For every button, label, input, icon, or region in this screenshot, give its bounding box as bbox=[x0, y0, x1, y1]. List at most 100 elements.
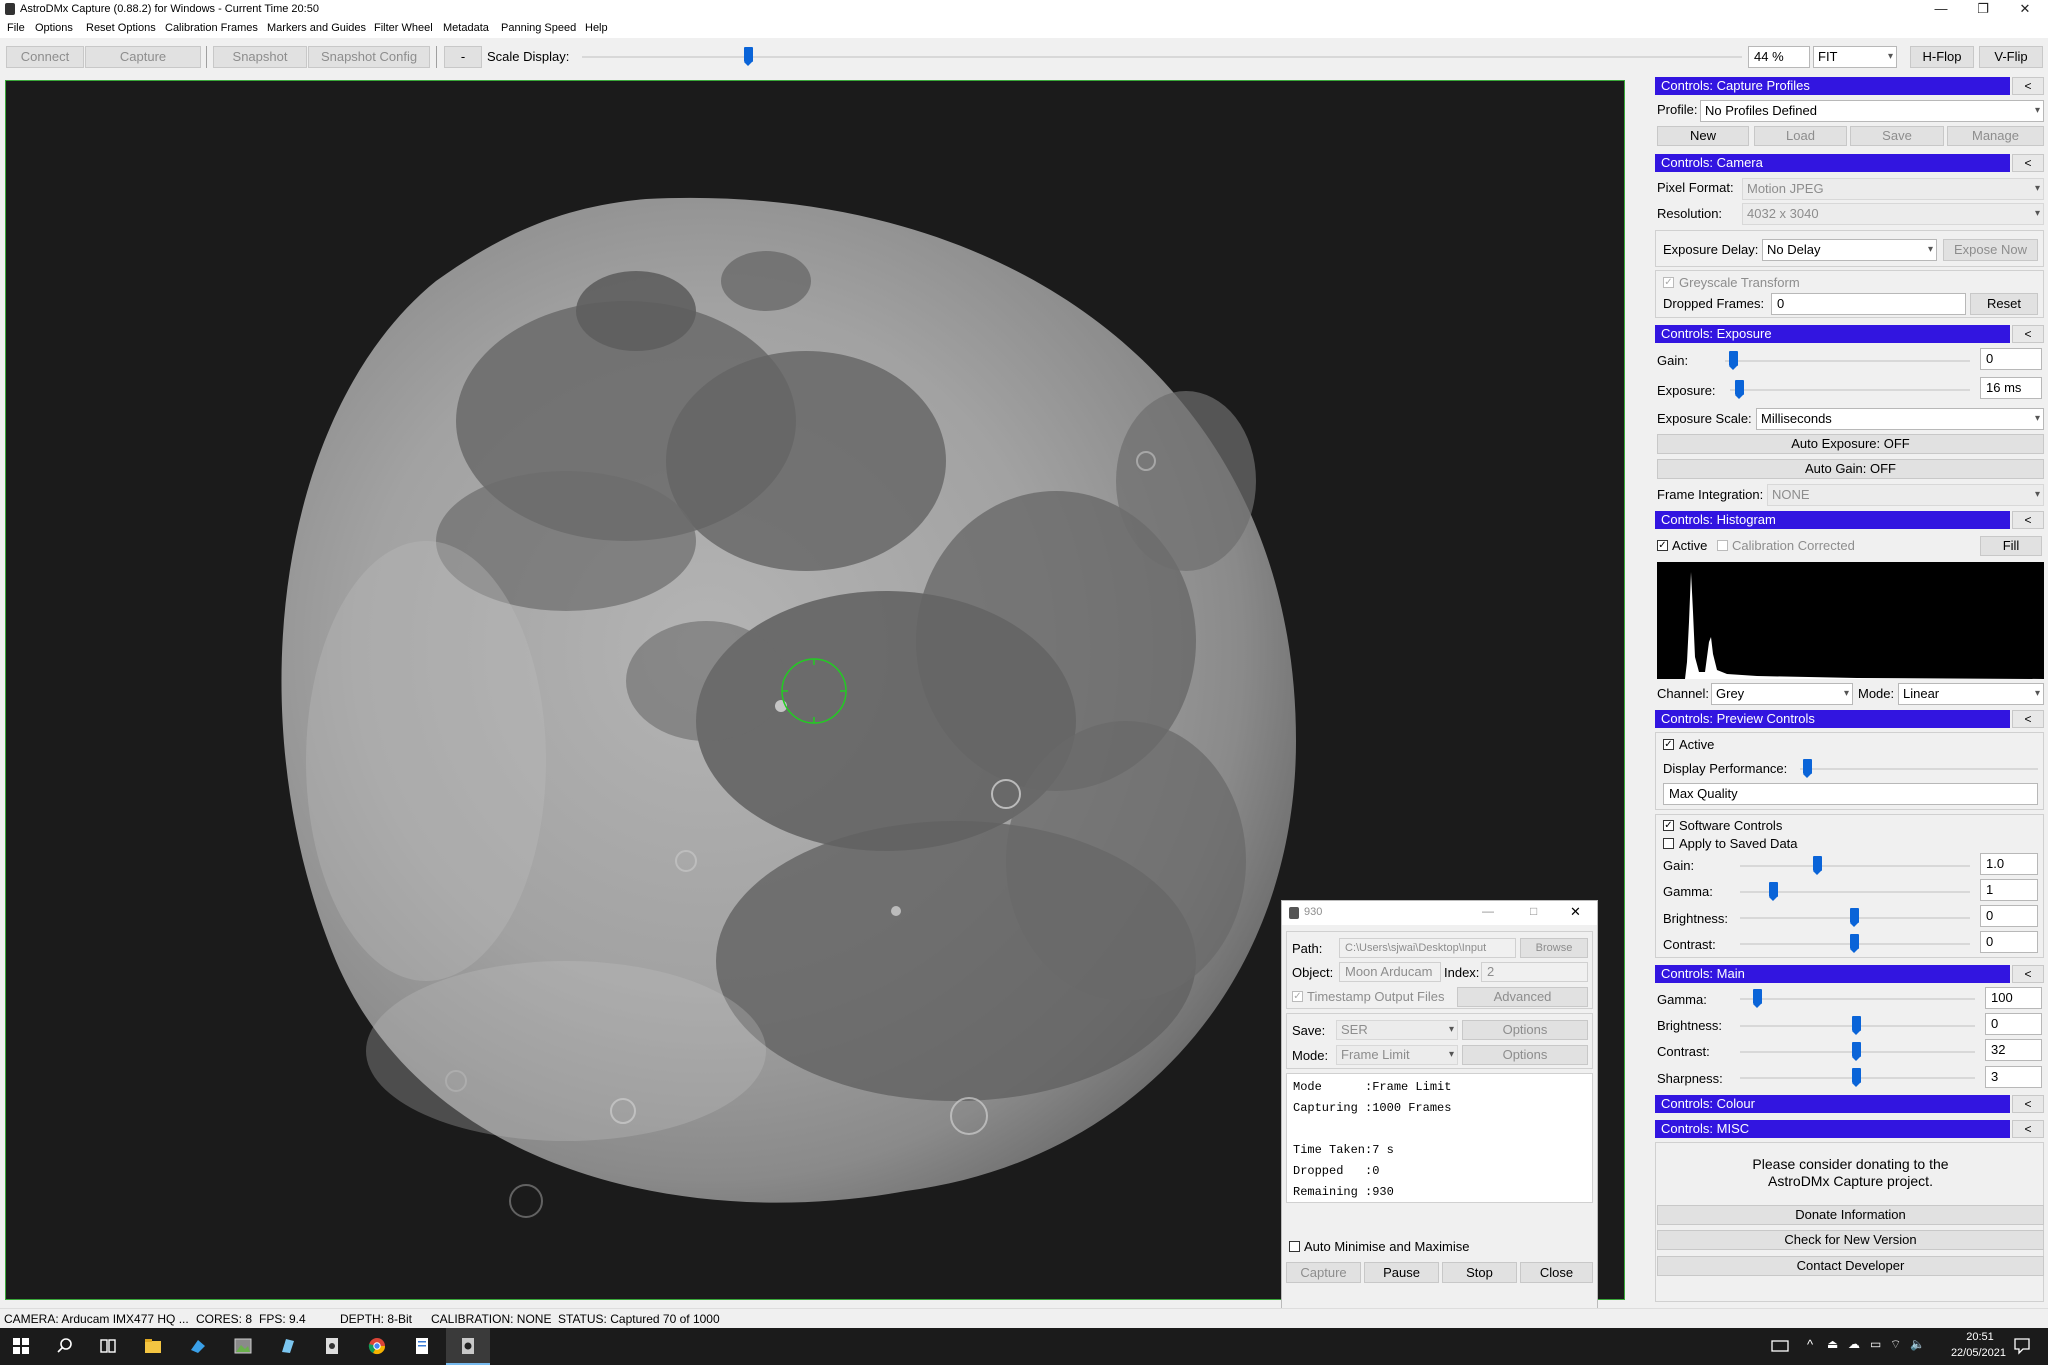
store-icon[interactable] bbox=[188, 1336, 208, 1356]
main-sharpness-thumb[interactable] bbox=[1852, 1068, 1861, 1087]
volume-icon[interactable]: 🔈 bbox=[1910, 1337, 1925, 1351]
dropped-reset-button[interactable]: Reset bbox=[1970, 293, 2038, 315]
main-brightness-thumb[interactable] bbox=[1852, 1016, 1861, 1035]
auto-minimise-checkbox[interactable] bbox=[1289, 1241, 1300, 1252]
display-performance-track[interactable] bbox=[1800, 768, 2038, 770]
preview-brightness-thumb[interactable] bbox=[1850, 908, 1859, 927]
save-format-select[interactable]: SER ▾ bbox=[1336, 1020, 1458, 1040]
capture-profiles-collapse[interactable]: < bbox=[2012, 77, 2044, 95]
histogram-mode-select[interactable]: Linear ▾ bbox=[1898, 683, 2044, 705]
menu-filter-wheel[interactable]: Filter Wheel bbox=[374, 22, 433, 34]
auto-exposure-button[interactable]: Auto Exposure: OFF bbox=[1657, 434, 2044, 454]
exposure-time-thumb[interactable] bbox=[1735, 380, 1744, 399]
preview-controls-collapse[interactable]: < bbox=[2012, 710, 2044, 728]
menu-calibration-frames[interactable]: Calibration Frames bbox=[165, 22, 258, 34]
menu-options[interactable]: Options bbox=[35, 22, 73, 34]
profile-manage-button[interactable]: Manage bbox=[1947, 126, 2044, 146]
profile-select[interactable]: No Profiles Defined ▾ bbox=[1700, 100, 2044, 122]
misc-header[interactable]: Controls: MISC bbox=[1655, 1120, 2010, 1138]
path-field[interactable]: C:\Users\sjwai\Desktop\Input bbox=[1339, 938, 1516, 958]
histogram-header[interactable]: Controls: Histogram bbox=[1655, 511, 2010, 529]
calibration-corrected-checkbox[interactable] bbox=[1717, 540, 1728, 551]
misc-collapse[interactable]: < bbox=[2012, 1120, 2044, 1138]
histogram-collapse[interactable]: < bbox=[2012, 511, 2044, 529]
histogram-active-checkbox[interactable]: ✓ bbox=[1657, 540, 1668, 551]
main-brightness-field[interactable]: 0 bbox=[1985, 1013, 2042, 1035]
preview-brightness-field[interactable]: 0 bbox=[1980, 905, 2038, 927]
preview-gamma-field[interactable]: 1 bbox=[1980, 879, 2038, 901]
save-options-button[interactable]: Options bbox=[1462, 1020, 1588, 1040]
preview-gain-thumb[interactable] bbox=[1813, 856, 1822, 875]
usb-icon[interactable]: ⏏ bbox=[1827, 1337, 1838, 1351]
keyboard-icon[interactable] bbox=[1770, 1336, 1790, 1356]
quality-field[interactable]: Max Quality bbox=[1663, 783, 2038, 805]
fit-select[interactable]: FIT ▾ bbox=[1813, 46, 1897, 68]
windows-start-icon[interactable] bbox=[11, 1336, 31, 1356]
clock-date[interactable]: 22/05/2021 bbox=[1936, 1347, 2006, 1359]
clock-time[interactable]: 20:51 bbox=[1950, 1331, 2010, 1343]
contact-developer-button[interactable]: Contact Developer bbox=[1657, 1256, 2044, 1276]
display-performance-thumb[interactable] bbox=[1803, 759, 1812, 778]
browse-button[interactable]: Browse bbox=[1520, 938, 1588, 958]
timestamp-checkbox[interactable]: ✓ bbox=[1292, 991, 1303, 1002]
onedrive-icon[interactable]: ☁ bbox=[1848, 1337, 1860, 1351]
preview-active-checkbox[interactable]: ✓ bbox=[1663, 739, 1674, 750]
main-contrast-field[interactable]: 32 bbox=[1985, 1039, 2042, 1061]
battery-icon[interactable]: ▭ bbox=[1870, 1337, 1881, 1351]
frame-integration-select[interactable]: NONE ▾ bbox=[1767, 484, 2044, 506]
exposure-delay-select[interactable]: No Delay ▾ bbox=[1762, 239, 1937, 261]
dialog-close-button[interactable]: Close bbox=[1520, 1262, 1593, 1283]
dropped-frames-field[interactable]: 0 bbox=[1771, 293, 1966, 315]
pixel-format-select[interactable]: Motion JPEG ▾ bbox=[1742, 178, 2044, 200]
histogram-channel-select[interactable]: Grey ▾ bbox=[1711, 683, 1853, 705]
capture-mode-select[interactable]: Frame Limit ▾ bbox=[1336, 1045, 1458, 1065]
preview-contrast-field[interactable]: 0 bbox=[1980, 931, 2038, 953]
software-controls-checkbox[interactable]: ✓ bbox=[1663, 820, 1674, 831]
scale-slider-track[interactable] bbox=[582, 56, 1742, 58]
menu-panning-speed[interactable]: Panning Speed bbox=[501, 22, 576, 34]
snapshot-config-button[interactable]: Snapshot Config bbox=[308, 46, 430, 68]
astrodmx-taskbar-icon[interactable] bbox=[458, 1336, 478, 1356]
check-new-version-button[interactable]: Check for New Version bbox=[1657, 1230, 2044, 1250]
main-sharpness-field[interactable]: 3 bbox=[1985, 1066, 2042, 1088]
notification-icon[interactable] bbox=[2012, 1336, 2032, 1356]
exposure-gain-track[interactable] bbox=[1725, 360, 1970, 362]
donate-information-button[interactable]: Donate Information bbox=[1657, 1205, 2044, 1225]
main-gamma-track[interactable] bbox=[1740, 998, 1975, 1000]
expose-now-button[interactable]: Expose Now bbox=[1943, 239, 2038, 261]
exposure-gain-field[interactable]: 0 bbox=[1980, 348, 2042, 370]
menu-markers-guides[interactable]: Markers and Guides bbox=[267, 22, 366, 34]
preview-gain-track[interactable] bbox=[1740, 865, 1970, 867]
camera-collapse[interactable]: < bbox=[2012, 154, 2044, 172]
colour-header[interactable]: Controls: Colour bbox=[1655, 1095, 2010, 1113]
capture-button[interactable]: Capture bbox=[85, 46, 201, 68]
zoom-input[interactable]: 44 % bbox=[1748, 46, 1810, 68]
exposure-collapse[interactable]: < bbox=[2012, 325, 2044, 343]
capture-dialog-maximize[interactable]: □ bbox=[1530, 904, 1537, 918]
photos-icon[interactable] bbox=[233, 1336, 253, 1356]
preview-contrast-thumb[interactable] bbox=[1850, 934, 1859, 953]
camera-header[interactable]: Controls: Camera bbox=[1655, 154, 2010, 172]
apply-saved-checkbox[interactable] bbox=[1663, 838, 1674, 849]
preview-gamma-thumb[interactable] bbox=[1769, 882, 1778, 901]
exposure-scale-select[interactable]: Milliseconds ▾ bbox=[1756, 408, 2044, 430]
tray-chevron-up-icon[interactable]: ^ bbox=[1807, 1337, 1813, 1352]
auto-gain-button[interactable]: Auto Gain: OFF bbox=[1657, 459, 2044, 479]
mode-options-button[interactable]: Options bbox=[1462, 1045, 1588, 1065]
search-icon[interactable] bbox=[55, 1336, 75, 1356]
chrome-icon[interactable] bbox=[367, 1336, 387, 1356]
histogram-fill-button[interactable]: Fill bbox=[1980, 536, 2042, 556]
preview-controls-header[interactable]: Controls: Preview Controls bbox=[1655, 710, 2010, 728]
colour-collapse[interactable]: < bbox=[2012, 1095, 2044, 1113]
app-icon-blue[interactable] bbox=[278, 1336, 298, 1356]
menu-metadata[interactable]: Metadata bbox=[443, 22, 489, 34]
scale-slider-thumb[interactable] bbox=[744, 47, 754, 66]
preview-gain-field[interactable]: 1.0 bbox=[1980, 853, 2038, 875]
dialog-capture-button[interactable]: Capture bbox=[1286, 1262, 1361, 1283]
dialog-pause-button[interactable]: Pause bbox=[1364, 1262, 1439, 1283]
astro-app-icon[interactable] bbox=[322, 1336, 342, 1356]
snapshot-button[interactable]: Snapshot bbox=[213, 46, 307, 68]
file-explorer-icon[interactable] bbox=[143, 1336, 163, 1356]
resolution-select[interactable]: 4032 x 3040 ▾ bbox=[1742, 203, 2044, 225]
hflop-button[interactable]: H-Flop bbox=[1910, 46, 1974, 68]
